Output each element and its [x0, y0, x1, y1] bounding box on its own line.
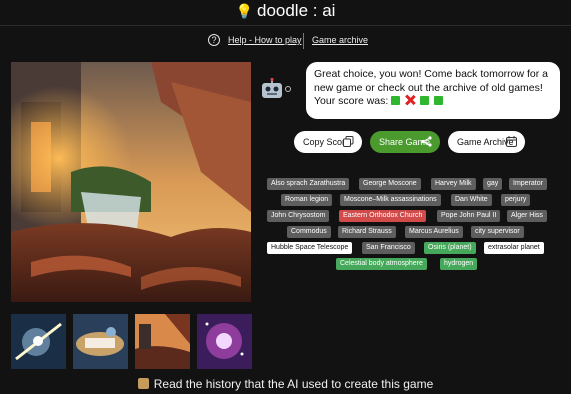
- history-link-text: Read the history that the AI used to cre…: [153, 377, 434, 391]
- header-bar: 💡 doodle : ai: [0, 0, 571, 26]
- tag-chip-correct[interactable]: Osiris (planet): [424, 242, 476, 254]
- history-link[interactable]: Read the history that the AI used to cre…: [0, 377, 571, 391]
- result-message: Great choice, you won! Come back tomorro…: [306, 62, 560, 119]
- tag-chip[interactable]: Richard Strauss: [338, 226, 396, 238]
- nav-divider: [303, 33, 304, 49]
- game-archive-button[interactable]: Game Archive: [448, 131, 525, 153]
- tag-chip[interactable]: perjury: [501, 194, 531, 206]
- tag-chip-selected[interactable]: Hubble Space Telescope: [267, 242, 353, 254]
- app-title-text: doodle : ai: [256, 1, 336, 20]
- tag-chip[interactable]: Commodus: [287, 226, 331, 238]
- thumbnail-4[interactable]: [197, 314, 252, 369]
- tag-chip[interactable]: Harvey Milk: [431, 178, 476, 190]
- tag-chip-selected[interactable]: extrasolar planet: [484, 242, 544, 254]
- score-square-green: [434, 96, 444, 105]
- main-game-image[interactable]: [11, 62, 251, 302]
- help-link[interactable]: Help - How to play: [228, 35, 302, 45]
- thumbnail-2[interactable]: [73, 314, 128, 369]
- share-icon: [421, 136, 432, 147]
- tag-chip[interactable]: gay: [483, 178, 503, 190]
- tag-chip[interactable]: Moscone–Milk assassinations: [340, 194, 441, 206]
- score-square-cross: [405, 95, 415, 105]
- top-nav: ? Help - How to play Game archive: [0, 33, 571, 49]
- thumbnail-3[interactable]: [135, 314, 190, 369]
- tag-chip[interactable]: Marcus Aurelius: [405, 226, 463, 238]
- help-icon[interactable]: ?: [208, 34, 220, 46]
- tag-chip[interactable]: Roman legion: [281, 194, 333, 206]
- tag-chip-wrong[interactable]: Eastern Orthodox Church: [339, 210, 427, 222]
- tag-chip[interactable]: Alger Hiss: [507, 210, 547, 222]
- thumbnail-1[interactable]: [11, 314, 66, 369]
- tag-chip[interactable]: San Francisco: [362, 242, 415, 254]
- tag-chip[interactable]: city supervisor: [471, 226, 524, 238]
- calendar-icon: [506, 136, 517, 147]
- score-square-green: [420, 96, 430, 105]
- tag-chip[interactable]: Imperator: [509, 178, 547, 190]
- robot-icon: [262, 78, 282, 98]
- score-square-green: [391, 96, 401, 105]
- share-game-button[interactable]: Share Game: [370, 131, 440, 153]
- tag-chip[interactable]: Also sprach Zarathustra: [267, 178, 350, 190]
- scroll-icon: [137, 378, 149, 389]
- speech-dot: [285, 86, 291, 92]
- tag-chip-correct[interactable]: Celestial body atmosphere: [336, 258, 427, 270]
- tag-chip[interactable]: Dan White: [451, 194, 492, 206]
- copy-icon: [343, 136, 354, 147]
- game-archive-link[interactable]: Game archive: [312, 35, 368, 45]
- score-squares: [391, 95, 445, 110]
- app-title[interactable]: 💡 doodle : ai: [0, 1, 571, 21]
- lightbulb-icon: 💡: [235, 3, 253, 19]
- tag-chip[interactable]: Pope John Paul II: [437, 210, 501, 222]
- tag-chip[interactable]: John Chrysostom: [267, 210, 330, 222]
- tag-chip[interactable]: George Moscone: [359, 178, 421, 190]
- copy-score-button[interactable]: Copy Score: [294, 131, 362, 153]
- tag-chip-correct[interactable]: hydrogen: [440, 258, 478, 270]
